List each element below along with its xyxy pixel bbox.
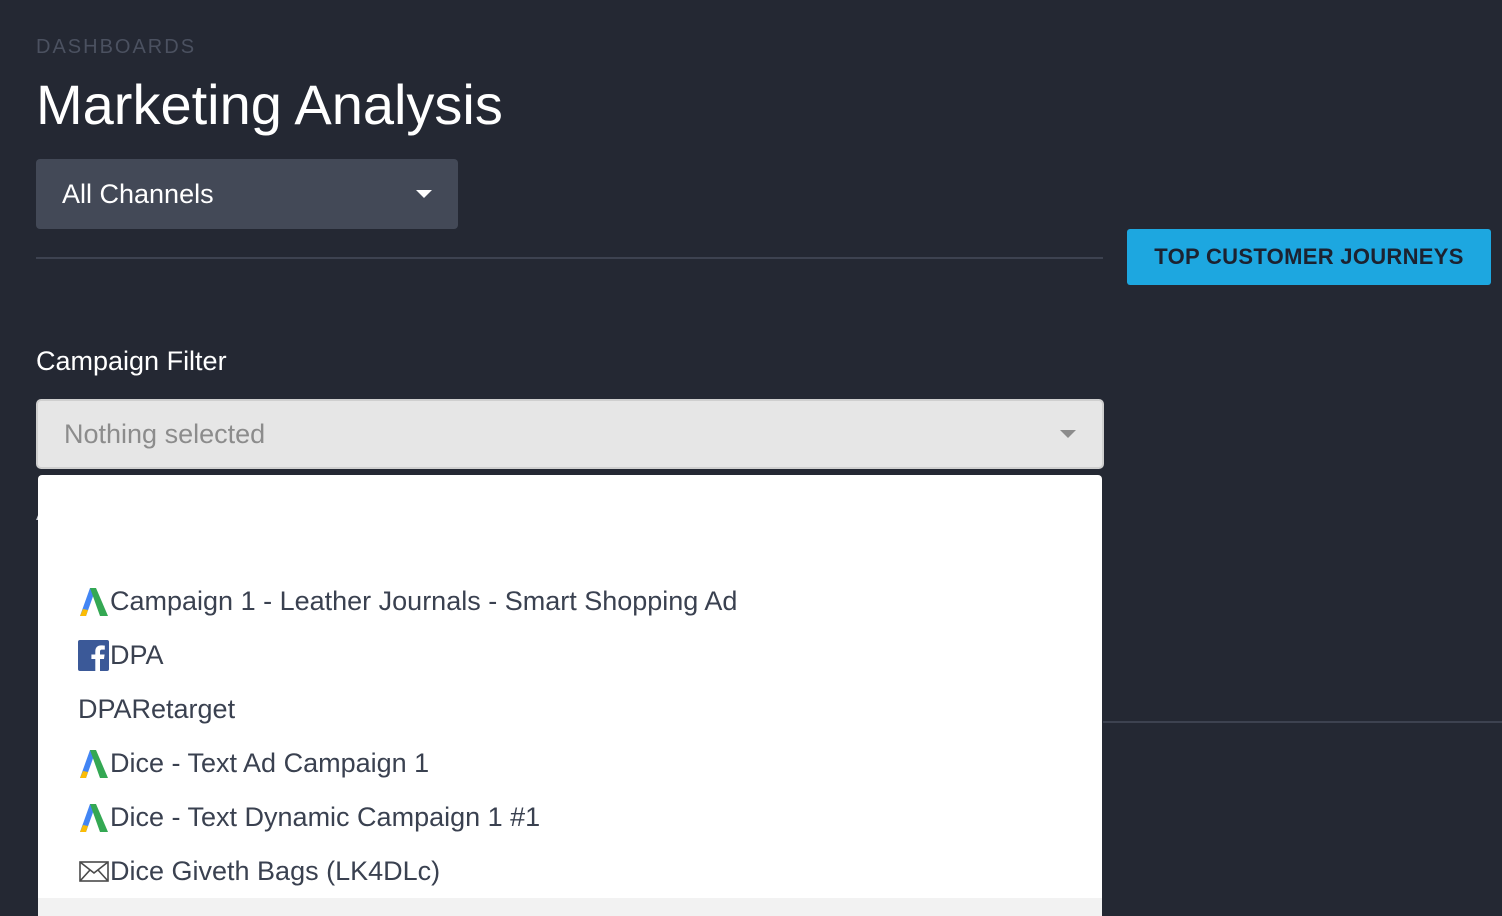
campaign-option[interactable]: Dice - Text Ad Campaign 1 xyxy=(38,736,1102,790)
breadcrumb[interactable]: DASHBOARDS xyxy=(36,36,196,59)
divider xyxy=(1103,721,1502,723)
email-icon xyxy=(78,855,110,887)
top-customer-journeys-button[interactable]: TOP CUSTOMER JOURNEYS xyxy=(1127,229,1491,285)
campaign-option[interactable]: Dice - Text Dynamic Campaign 1 #1 xyxy=(38,790,1102,844)
page-title: Marketing Analysis xyxy=(36,73,503,136)
campaign-option-partial[interactable] xyxy=(38,898,1102,916)
campaign-option[interactable]: DPARetarget xyxy=(38,682,1102,736)
campaign-option[interactable]: Campaign 1 - Leather Journals - Smart Sh… xyxy=(38,574,1102,628)
campaign-options-list: Campaign 1 - Leather Journals - Smart Sh… xyxy=(38,574,1102,916)
channel-select-value: All Channels xyxy=(62,178,214,209)
chevron-down-icon xyxy=(1060,430,1076,438)
google-ads-icon xyxy=(78,747,110,779)
divider xyxy=(36,257,1103,259)
campaign-option-label: Campaign 1 - Leather Journals - Smart Sh… xyxy=(110,585,738,616)
campaign-option[interactable]: Dice Giveth Bags (LK4DLc) xyxy=(38,844,1102,898)
facebook-icon xyxy=(78,639,110,671)
campaign-filter-select[interactable]: Nothing selected xyxy=(36,399,1104,469)
channel-select[interactable]: All Channels xyxy=(36,159,458,229)
campaign-option-label: Dice - Text Dynamic Campaign 1 #1 xyxy=(110,801,541,832)
google-ads-icon xyxy=(78,801,110,833)
campaign-option-label: Dice Giveth Bags (LK4DLc) xyxy=(110,855,441,886)
campaign-filter-placeholder: Nothing selected xyxy=(64,418,266,449)
campaign-option[interactable]: DPA xyxy=(38,628,1102,682)
campaign-option-label: Dice - Text Ad Campaign 1 xyxy=(110,747,430,778)
chevron-down-icon xyxy=(416,190,432,198)
campaign-option-label: DPARetarget xyxy=(78,693,236,724)
campaign-dropdown-menu: Campaign 1 - Leather Journals - Smart Sh… xyxy=(38,475,1102,916)
campaign-option-label: DPA xyxy=(110,639,164,670)
google-ads-icon xyxy=(78,585,110,617)
dashboard-page: DASHBOARDS Marketing Analysis All Channe… xyxy=(0,0,1502,916)
campaign-filter-label: Campaign Filter xyxy=(36,346,227,376)
